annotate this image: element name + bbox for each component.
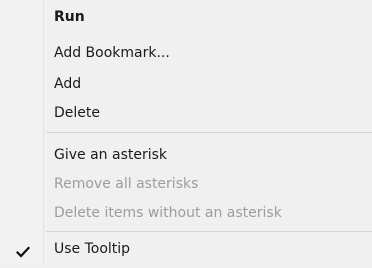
menu-item-label: Add <box>54 76 82 92</box>
menu-item-label: Add Bookmark... <box>54 45 170 61</box>
menu-separator <box>46 132 372 133</box>
context-menu: Run Add Bookmark... Add Delete Give an a… <box>0 0 372 264</box>
menu-item-add-bookmark[interactable]: Add Bookmark... <box>0 40 372 66</box>
checkmark-icon <box>15 242 31 258</box>
menu-item-use-tooltip[interactable]: Use Tooltip <box>0 236 372 262</box>
menu-item-delete-without-asterisk: Delete items without an asterisk <box>0 200 372 226</box>
menu-item-label: Remove all asterisks <box>54 176 199 192</box>
menu-item-remove-all-asterisks: Remove all asterisks <box>0 171 372 197</box>
menu-item-label: Delete items without an asterisk <box>54 205 282 221</box>
menu-item-give-asterisk[interactable]: Give an asterisk <box>0 142 372 168</box>
menu-item-label: Run <box>54 9 85 25</box>
menu-item-run[interactable]: Run <box>0 4 372 30</box>
menu-item-label: Delete <box>54 105 100 121</box>
menu-separator <box>46 231 372 232</box>
menu-item-label: Give an asterisk <box>54 147 168 163</box>
menu-item-label: Use Tooltip <box>54 241 131 257</box>
menu-item-add[interactable]: Add <box>0 71 372 97</box>
menu-item-delete[interactable]: Delete <box>0 100 372 126</box>
